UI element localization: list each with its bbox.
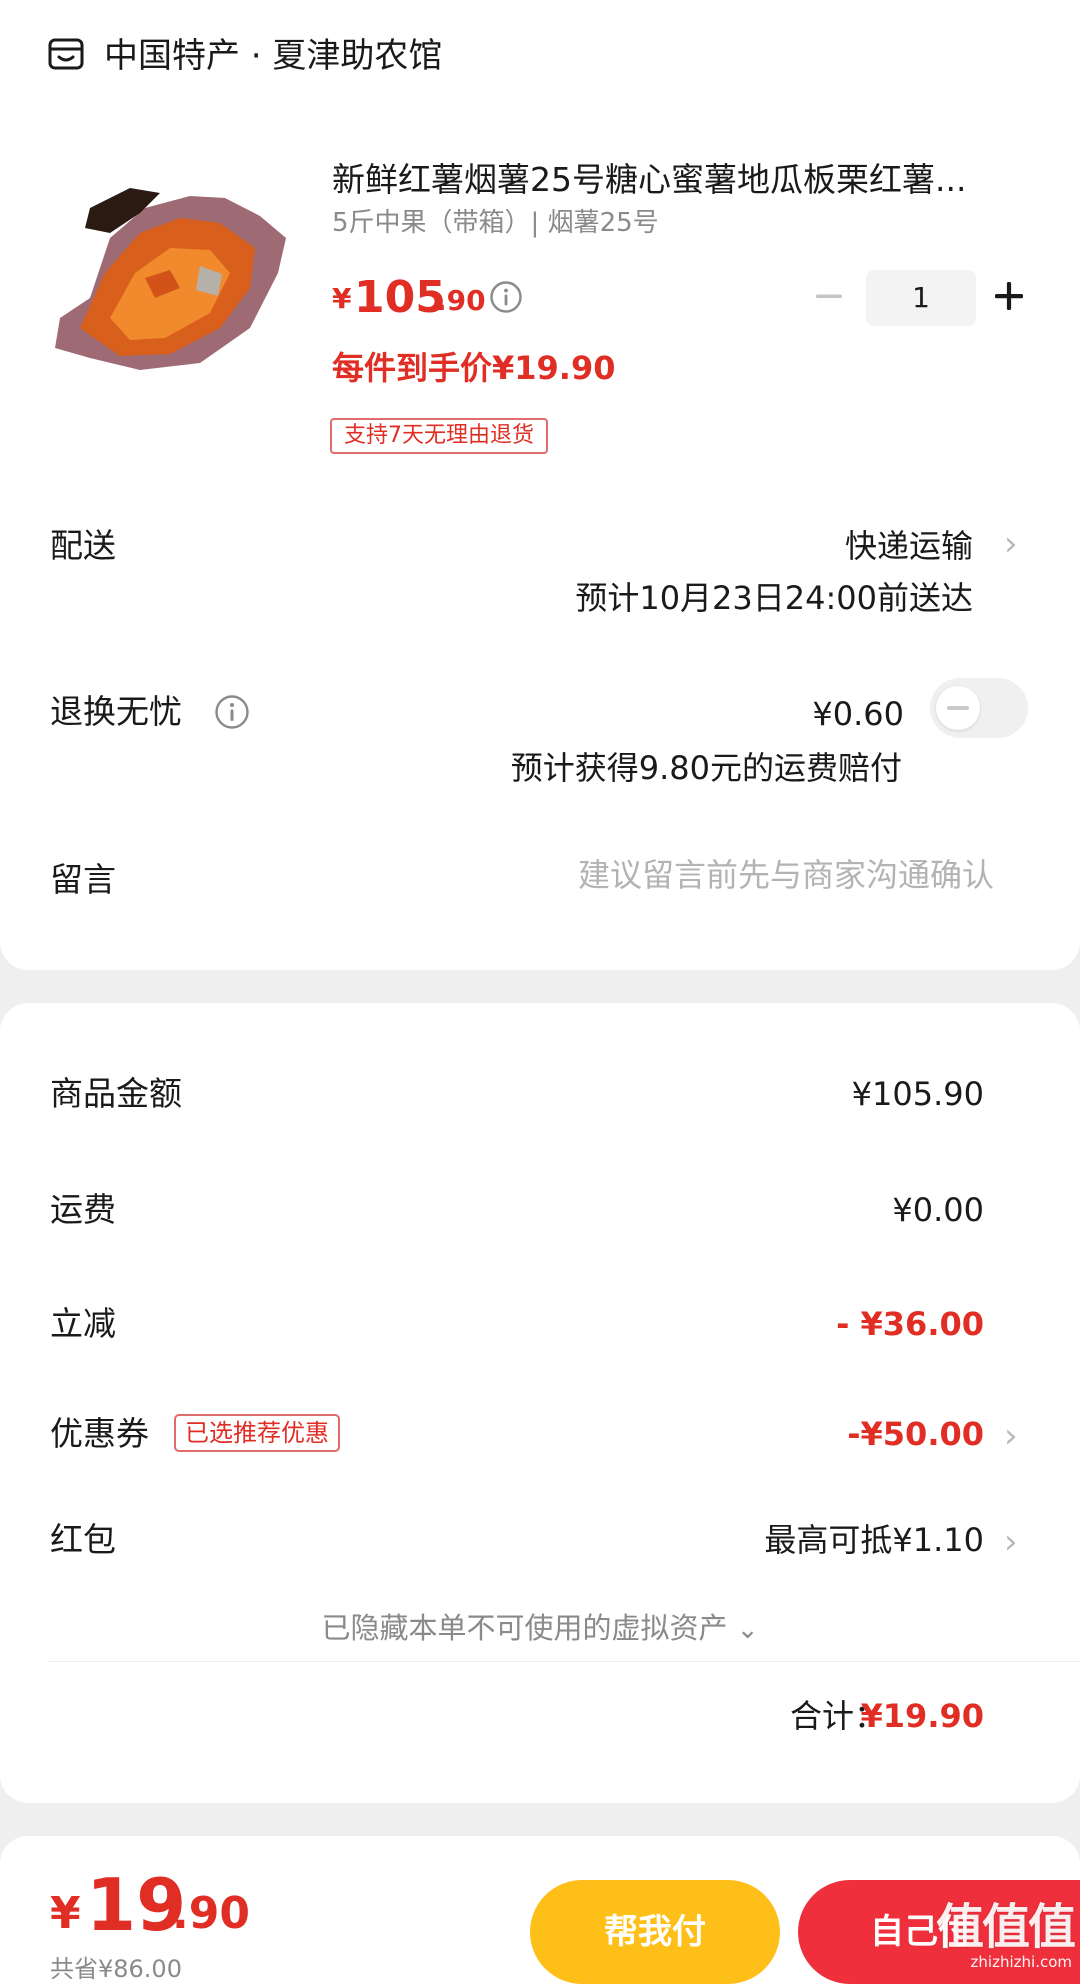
note-label: 留言 [50,860,116,899]
minus-icon[interactable] [812,276,846,316]
total-price-symbol: ¥ [50,1888,81,1939]
price-symbol: ¥ [332,282,352,315]
watermark: 值值值 zhizhizhi.com [908,1885,1080,1984]
return-policy-badge: 支持7天无理由退货 [330,418,548,454]
coupon-badge: 已选推荐优惠 [174,1414,340,1452]
goods-amount-label: 商品金额 [50,1074,182,1113]
price-integer: 105 [354,272,446,323]
total-value: ¥19.90 [860,1697,984,1735]
red-packet-label[interactable]: 红包 [50,1516,116,1564]
discount-value: - ¥36.00 [836,1305,984,1343]
quantity-stepper[interactable]: 1 [866,270,976,326]
order-item-card [0,0,1080,970]
delivery-label: 配送 [50,526,116,565]
note-input[interactable] [434,856,994,894]
info-icon[interactable] [489,280,523,314]
chevron-right-icon[interactable]: › [1004,1412,1018,1460]
shipping-value: ¥0.00 [892,1191,984,1229]
info-icon[interactable] [214,694,250,730]
product-image[interactable] [50,178,292,374]
store-name[interactable]: 中国特产 · 夏津助农馆 [104,32,442,80]
chevron-down-icon: ⌄ [736,1615,759,1645]
product-spec[interactable]: 5斤中果（带箱）| 烟薯25号 [332,202,659,244]
total-price-decimal: .90 [172,1888,250,1939]
coupon-value[interactable]: -¥50.00 [847,1410,984,1458]
chevron-right-icon[interactable]: › [1004,520,1018,568]
price-summary-card [0,1003,1080,1803]
store-icon[interactable] [48,36,84,72]
hidden-assets-text: 已隐藏本单不可使用的虚拟资产 [321,1611,728,1645]
goods-amount-value: ¥105.90 [851,1075,984,1113]
return-insurance-price: ¥0.60 [812,695,904,733]
chevron-right-icon[interactable]: › [1004,1518,1018,1566]
shipping-label: 运费 [50,1190,116,1229]
return-insurance-label: 退换无忧 [50,692,182,731]
total-saved: 共省¥86.00 [50,1955,182,1983]
coupon-label[interactable]: 优惠券 [50,1410,149,1458]
delivery-eta: 预计10月23日24:00前送达 [575,579,973,617]
price-decimal: .90 [436,284,486,317]
per-item-price: 每件到手价¥19.90 [332,349,616,387]
watermark-logo: 值值值 [935,1899,1076,1955]
plus-icon[interactable] [992,276,1026,316]
divider [48,1661,1080,1662]
hidden-assets-toggle[interactable]: 已隐藏本单不可使用的虚拟资产 ⌄ [0,1604,1080,1654]
watermark-url: zhizhizhi.com [970,1953,1072,1971]
toggle-knob [936,686,980,730]
product-title[interactable]: 新鲜红薯烟薯25号糖心蜜薯地瓜板栗红薯... [332,152,1032,208]
red-packet-value[interactable]: 最高可抵¥1.10 [764,1516,984,1564]
help-me-pay-button[interactable]: 帮我付 [530,1880,780,1984]
return-insurance-description: 预计获得9.80元的运费赔付 [510,749,902,787]
delivery-method[interactable]: 快递运输 [845,522,973,570]
return-insurance-toggle[interactable] [930,678,1028,738]
discount-label: 立减 [50,1304,116,1343]
